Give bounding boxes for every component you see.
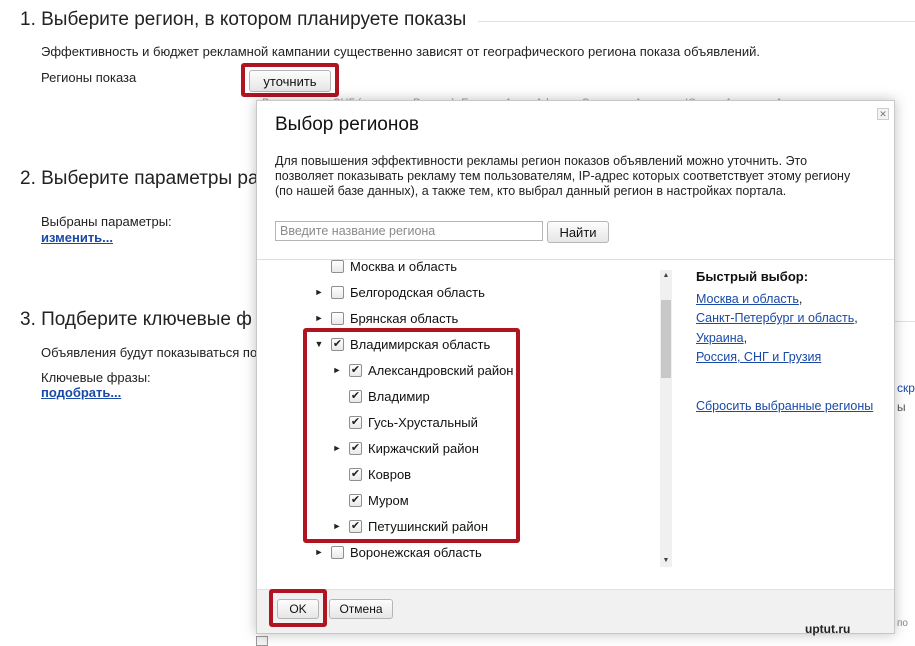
pick-phrases-link[interactable]: подобрать... bbox=[41, 385, 121, 400]
tree-row[interactable]: ► Воронежская область bbox=[313, 542, 482, 562]
quick-select-title: Быстрый выбор: bbox=[696, 269, 809, 284]
find-button[interactable]: Найти bbox=[547, 221, 609, 243]
tree-row[interactable]: ► Брянская область bbox=[313, 308, 459, 328]
section3-divider bbox=[895, 321, 915, 322]
section3-description: Объявления будут показываться по bbox=[41, 345, 256, 360]
region-label[interactable]: Воронежская область bbox=[350, 545, 482, 560]
region-search-input[interactable] bbox=[275, 221, 543, 241]
reset-regions-link[interactable]: Сбросить выбранные регионы bbox=[696, 399, 873, 413]
region-label[interactable]: Брянская область bbox=[350, 311, 458, 326]
watermark: uptut.ru bbox=[805, 622, 851, 636]
refine-button[interactable]: уточнить bbox=[249, 70, 331, 92]
selected-params-label: Выбраны параметры: bbox=[41, 214, 172, 229]
comma: , bbox=[854, 311, 858, 325]
quick-link-row-3: Украина, bbox=[696, 329, 747, 347]
region-checkbox[interactable] bbox=[331, 285, 344, 299]
dialog-title: Выбор регионов bbox=[275, 114, 420, 135]
bottom-checkbox[interactable] bbox=[256, 636, 268, 646]
quick-link-row-4: Россия, СНГ и Грузия bbox=[696, 348, 821, 366]
tree-row[interactable]: ► Белгородская область bbox=[313, 282, 485, 302]
section2-title: 2. Выберите параметры ра bbox=[20, 168, 256, 189]
tree-row[interactable]: Москва и область bbox=[313, 260, 457, 276]
region-checkbox[interactable] bbox=[331, 260, 344, 273]
quick-link-spb[interactable]: Санкт-Петербург и область bbox=[696, 311, 854, 325]
quick-link-russia-cis[interactable]: Россия, СНГ и Грузия bbox=[696, 350, 821, 364]
dialog-description: Для повышения эффективности рекламы реги… bbox=[275, 154, 851, 198]
right-text-fragment: ы bbox=[897, 400, 906, 414]
quick-link-ukraine[interactable]: Украина bbox=[696, 331, 744, 345]
section1-divider bbox=[478, 21, 915, 22]
section3-title: 3. Подберите ключевые ф bbox=[20, 309, 252, 330]
ok-button[interactable]: OK bbox=[277, 599, 319, 619]
region-label[interactable]: Москва и область bbox=[350, 260, 457, 274]
section1-description: Эффективность и бюджет рекламной кампани… bbox=[41, 44, 760, 59]
reset-row: Сбросить выбранные регионы bbox=[696, 397, 873, 415]
region-label[interactable]: Белгородская область bbox=[350, 285, 485, 300]
scroll-up-icon[interactable]: ▲ bbox=[660, 270, 672, 282]
close-icon[interactable]: ✕ bbox=[877, 108, 889, 120]
quick-link-moscow[interactable]: Москва и область bbox=[696, 292, 799, 306]
expand-arrow-icon[interactable]: ► bbox=[313, 547, 325, 557]
quick-link-row-2: Санкт-Петербург и область, bbox=[696, 309, 858, 327]
scroll-thumb[interactable] bbox=[661, 300, 671, 378]
expand-arrow-icon[interactable]: ► bbox=[313, 313, 325, 323]
scroll-down-icon[interactable]: ▼ bbox=[660, 555, 672, 567]
comma: , bbox=[743, 331, 748, 345]
key-phrases-label: Ключевые фразы: bbox=[41, 370, 151, 385]
expand-arrow-icon[interactable]: ► bbox=[313, 287, 325, 297]
hide-link-fragment[interactable]: скры bbox=[897, 381, 915, 395]
vladimir-highlight bbox=[303, 328, 520, 543]
region-checkbox[interactable] bbox=[331, 311, 344, 325]
section1-title: 1. Выберите регион, в котором планируете… bbox=[20, 9, 467, 30]
region-checkbox[interactable] bbox=[331, 545, 344, 559]
regions-label: Регионы показа bbox=[41, 70, 137, 85]
quick-link-row-1: Москва и область, bbox=[696, 290, 802, 308]
bottom-fragment: по bbox=[897, 618, 908, 629]
comma: , bbox=[798, 292, 803, 306]
tree-scrollbar[interactable]: ▲ ▼ bbox=[660, 270, 672, 567]
region-selection-dialog: Выбор регионов ✕ Для повышения эффективн… bbox=[256, 100, 895, 634]
change-params-link[interactable]: изменить... bbox=[41, 230, 113, 245]
cancel-button[interactable]: Отмена bbox=[329, 599, 393, 619]
